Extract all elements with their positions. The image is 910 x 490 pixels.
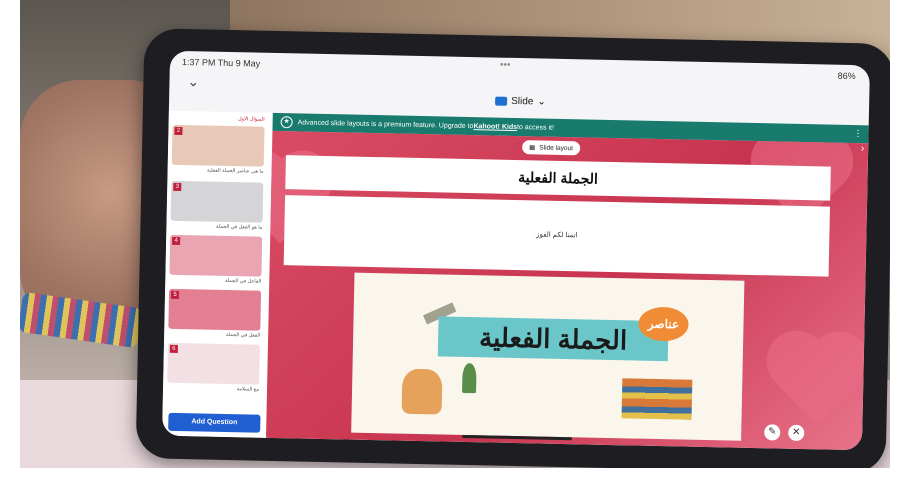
slide-thumb[interactable]: 6 مع السلامة <box>167 342 260 393</box>
slide-thumb-image: 3 <box>170 180 264 223</box>
image-title-text: الجملة الفعلية <box>478 322 628 356</box>
slide-number: 4 <box>172 236 181 245</box>
add-slide-button[interactable]: Add Slide <box>168 436 260 451</box>
photo-border-right <box>890 0 910 490</box>
more-options-icon[interactable]: ⋮ <box>853 128 862 139</box>
upgrade-link[interactable]: Kahoot! Kids <box>473 123 517 131</box>
image-bubble: عناصر <box>638 306 689 342</box>
slide-type-label: Slide <box>511 95 534 107</box>
slide-image[interactable]: الجملة الفعلية عناصر <box>351 272 745 441</box>
banner-text: Advanced slide layouts is a premium feat… <box>297 118 474 130</box>
battery-indicator: 86% <box>837 70 856 82</box>
slide-thumb-image: 2 <box>171 124 265 167</box>
banner-text-end: to access it! <box>516 123 555 132</box>
heart-decoration <box>774 339 860 425</box>
slide-number: 2 <box>174 126 183 136</box>
slide-title-input[interactable]: الجملة الفعلية <box>285 155 831 201</box>
slide-number: 3 <box>173 182 182 191</box>
slide-thumb[interactable]: السؤال الاول <box>173 113 265 123</box>
image-child-figure <box>401 368 443 415</box>
slide-thumb[interactable]: 5 الفعل في الجملة <box>168 288 262 339</box>
photo-border-bottom <box>0 468 910 490</box>
slide-layout-button[interactable]: ▦ Slide layout <box>522 140 581 156</box>
slide-number: 5 <box>170 290 180 299</box>
image-plant <box>462 362 477 394</box>
slide-thumb-caption: السؤال الاول <box>237 116 265 123</box>
layout-icon: ▦ <box>529 144 536 152</box>
status-time: 1:37 PM Thu 9 May <box>181 56 261 69</box>
slide-thumb-caption: ما هو الفعل في الجملة <box>215 223 263 231</box>
remove-image-icon[interactable]: ✕ <box>788 424 805 442</box>
tablet-screen: 1:37 PM Thu 9 May 86% ••• ⌄ Slide ⌄ السؤ… <box>162 50 870 451</box>
slide-thumb-image: 5 <box>168 288 262 331</box>
chevron-down-icon: ⌄ <box>537 95 546 108</box>
slide-thumb[interactable]: 2 ما هي عناصر الجملة الفعلية <box>171 124 265 175</box>
slide-canvas: › ▦ Slide layout الجملة الفعلية اتمنا لك… <box>266 130 869 451</box>
slide-thumb-image: 4 <box>169 234 263 277</box>
edit-image-icon[interactable]: ✎ <box>764 424 781 441</box>
add-question-button[interactable]: Add Question <box>168 412 261 433</box>
photo-border-left <box>0 0 20 490</box>
slide-layout-label: Slide layout <box>539 143 574 152</box>
slide-thumb-caption: مع السلامة <box>236 386 260 393</box>
slide-icon <box>495 96 508 106</box>
slide-number: 6 <box>169 344 178 353</box>
star-icon: ★ <box>280 116 293 129</box>
slide-thumb-caption: الفعل في الجملة <box>225 331 261 339</box>
slide-type-menu[interactable]: Slide ⌄ <box>489 91 552 110</box>
tablet: 1:37 PM Thu 9 May 86% ••• ⌄ Slide ⌄ السؤ… <box>135 28 895 474</box>
slide-thumb[interactable]: 4 الفاعل في الجملة <box>169 234 263 285</box>
slide-thumb[interactable]: 3 ما هو الفعل في الجملة <box>170 180 264 231</box>
slide-thumb-image: 6 <box>167 342 260 385</box>
slide-sidebar: السؤال الاول 2 ما هي عناصر الجملة الفعلي… <box>162 110 274 447</box>
slide-thumb-caption: ما هي عناصر الجملة الفعلية <box>206 167 264 175</box>
image-books <box>621 378 693 420</box>
slide-thumb-caption: الفاعل في الجملة <box>224 277 262 285</box>
chevron-right-icon[interactable]: › <box>861 143 865 154</box>
slide-text-input[interactable]: اتمنا لكم الفوز <box>283 195 830 277</box>
photo-frame: 1:37 PM Thu 9 May 86% ••• ⌄ Slide ⌄ السؤ… <box>0 0 910 490</box>
collapse-chevron-icon[interactable]: ⌄ <box>187 73 199 90</box>
status-bar: 1:37 PM Thu 9 May 86% <box>170 51 870 86</box>
multitask-dots[interactable]: ••• <box>500 60 511 71</box>
